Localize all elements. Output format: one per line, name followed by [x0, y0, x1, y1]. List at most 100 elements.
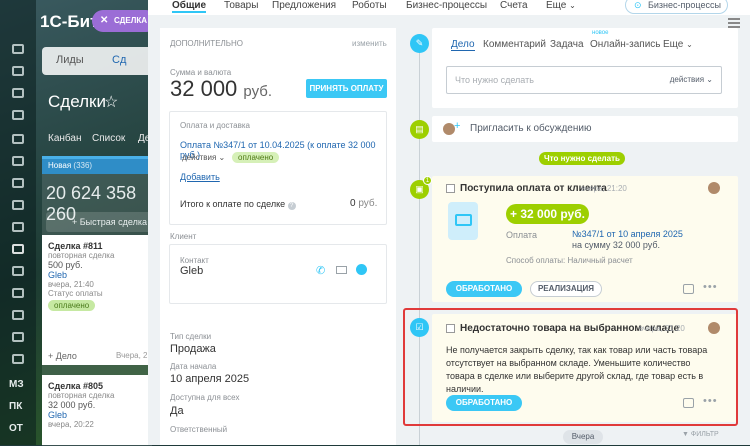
composer-tab-more[interactable]: Еще ⌄	[663, 39, 693, 50]
total-label: Итого к оплате по сделке ?	[180, 199, 296, 210]
hamburger-menu-icon[interactable]	[728, 18, 740, 28]
accept-payment-button[interactable]: ПРИНЯТЬ ОПЛАТУ	[306, 79, 387, 98]
settings-icon[interactable]	[12, 44, 24, 54]
card-subtitle: повторная сделка	[48, 391, 115, 400]
complete-checkbox[interactable]	[446, 184, 455, 193]
shop-icon[interactable]	[12, 310, 24, 320]
tab-offers[interactable]: Предложения	[272, 0, 336, 11]
analytics-icon[interactable]	[12, 266, 24, 276]
tab-deals[interactable]: Сд	[112, 54, 126, 66]
deal-card[interactable]: Сделка #811 повторная сделка 500 руб. Gl…	[42, 235, 152, 365]
business-processes-button[interactable]: ⊙ Бизнес-процессы	[625, 0, 728, 14]
feed-icon[interactable]	[12, 110, 24, 120]
column-count: (336)	[73, 161, 93, 170]
client-label: Клиент	[170, 232, 197, 241]
bp-button-label: Бизнес-процессы	[648, 0, 721, 10]
add-user-icon[interactable]: +	[454, 120, 460, 132]
crm-section-tabs: Лиды Сд	[42, 47, 152, 75]
calendar-icon[interactable]	[12, 134, 24, 144]
payment-actions-dropdown[interactable]: действия ⌄	[182, 153, 225, 162]
timeline-compose-icon: ✎	[410, 34, 429, 53]
card-add-activity[interactable]: + Дело	[48, 351, 77, 361]
document-icon[interactable]	[12, 156, 24, 166]
target-icon[interactable]	[12, 288, 24, 298]
todo-input[interactable]: Что нужно сделать действия ⌄	[446, 66, 722, 94]
composer-more-label: Еще	[663, 39, 684, 50]
chat-icon[interactable]	[12, 88, 24, 98]
payment-doc-link[interactable]: №347/1 от 10 апреля 2025	[572, 229, 683, 239]
contact-name[interactable]: Gleb	[180, 265, 203, 277]
card-title[interactable]: Сделка #805	[48, 381, 146, 391]
link-icon: ⊙	[634, 0, 642, 10]
add-payment-link[interactable]: Добавить	[180, 172, 220, 182]
groups-icon[interactable]	[12, 332, 24, 342]
users-icon[interactable]	[12, 354, 24, 364]
chevron-down-icon: ⌄	[569, 1, 576, 10]
realization-button[interactable]: РЕАЛИЗАЦИЯ	[530, 281, 602, 297]
tab-general[interactable]: Общие	[172, 0, 207, 13]
payment-amount-badge: + 32 000 руб.	[506, 204, 589, 224]
star-icon[interactable]: ☆	[104, 92, 118, 112]
timeline-filter[interactable]: ▼ ФИЛЬТР	[682, 431, 719, 438]
tasks-icon[interactable]	[12, 200, 24, 210]
responsible-label: Ответственный	[170, 425, 228, 434]
chevron-down-icon: ⌄	[218, 153, 226, 162]
card-contact[interactable]: Gleb	[48, 270, 146, 280]
view-list[interactable]: Список	[92, 133, 125, 144]
drive-icon[interactable]	[12, 222, 24, 232]
start-date-label: Дата начала	[170, 362, 217, 371]
crm-icon[interactable]	[12, 244, 24, 254]
composer-tab-booking[interactable]: Онлайн-запись	[590, 39, 661, 50]
composer-tab-comment[interactable]: Комментарий	[483, 39, 546, 50]
avatar	[708, 182, 720, 194]
payment-sum-text: на сумму 32 000 руб.	[572, 240, 661, 250]
timeline-invite-icon: ▤	[410, 120, 429, 139]
close-icon[interactable]: ✕	[100, 10, 108, 32]
card-footer-time: Вчера, 2	[116, 351, 148, 360]
deals-page-title: Сделки	[48, 92, 106, 111]
composer-tab-todo[interactable]: Дело	[451, 39, 475, 51]
card-amount: 500 руб.	[48, 260, 83, 270]
sum-currency: руб.	[243, 83, 273, 100]
rail-label-pk[interactable]: ПК	[9, 401, 22, 412]
edit-section-link[interactable]: изменить	[352, 39, 387, 48]
payment-block: Оплата и доставка Оплата №347/1 от 10.04…	[169, 111, 387, 225]
left-icon-rail: МЗ ПК ОТ	[0, 0, 36, 445]
tab-leads[interactable]: Лиды	[56, 54, 84, 66]
tab-robots[interactable]: Роботы	[352, 0, 387, 11]
mail-icon[interactable]	[12, 178, 24, 188]
card-time: вчера, 21:40	[48, 280, 94, 289]
composer-tab-task[interactable]: Задача	[550, 39, 584, 50]
skype-icon[interactable]	[356, 264, 367, 275]
todo-actions-dropdown[interactable]: действия ⌄	[670, 75, 713, 84]
invite-block[interactable]: + Пригласить к обсуждению	[432, 116, 738, 142]
deal-card[interactable]: Сделка #805 повторная сделка 32 000 руб.…	[42, 375, 152, 445]
tab-invoices[interactable]: Счета	[500, 0, 528, 11]
card-contact[interactable]: Gleb	[48, 410, 146, 420]
start-date-value: 10 апреля 2025	[170, 373, 250, 385]
total-label-text: Итого к оплате по сделке	[180, 199, 286, 209]
card-title[interactable]: Сделка #811	[48, 241, 146, 251]
view-tabs: Канбан Список Де	[42, 133, 152, 149]
client-block: Контакт Gleb ✆	[169, 244, 387, 304]
card-time: вчера, 20:22	[48, 420, 94, 429]
card-status-label: Статус оплаты	[48, 289, 103, 298]
tab-more[interactable]: Еще ⌄	[546, 0, 576, 11]
help-icon[interactable]: ?	[287, 202, 296, 210]
menu-icon[interactable]	[12, 66, 24, 76]
rail-label-mz[interactable]: МЗ	[9, 379, 24, 390]
invite-label: Пригласить к обсуждению	[470, 123, 592, 134]
tab-products[interactable]: Товары	[224, 0, 258, 11]
quick-deal-button[interactable]: + Быстрая сделка	[46, 212, 152, 232]
total-currency: руб.	[358, 198, 378, 209]
tab-business-processes[interactable]: Бизнес-процессы	[406, 0, 487, 11]
comment-icon[interactable]	[683, 284, 694, 294]
mail-icon[interactable]	[336, 266, 347, 274]
processed-button[interactable]: ОБРАБОТАНО	[446, 281, 522, 297]
payment-label: Оплата и доставка	[180, 121, 250, 130]
phone-icon[interactable]: ✆	[316, 264, 325, 277]
total-value: 0 руб.	[350, 198, 377, 209]
view-kanban[interactable]: Канбан	[48, 133, 82, 144]
more-options-icon[interactable]: •••	[703, 281, 718, 293]
rail-label-ot[interactable]: ОТ	[9, 423, 23, 434]
